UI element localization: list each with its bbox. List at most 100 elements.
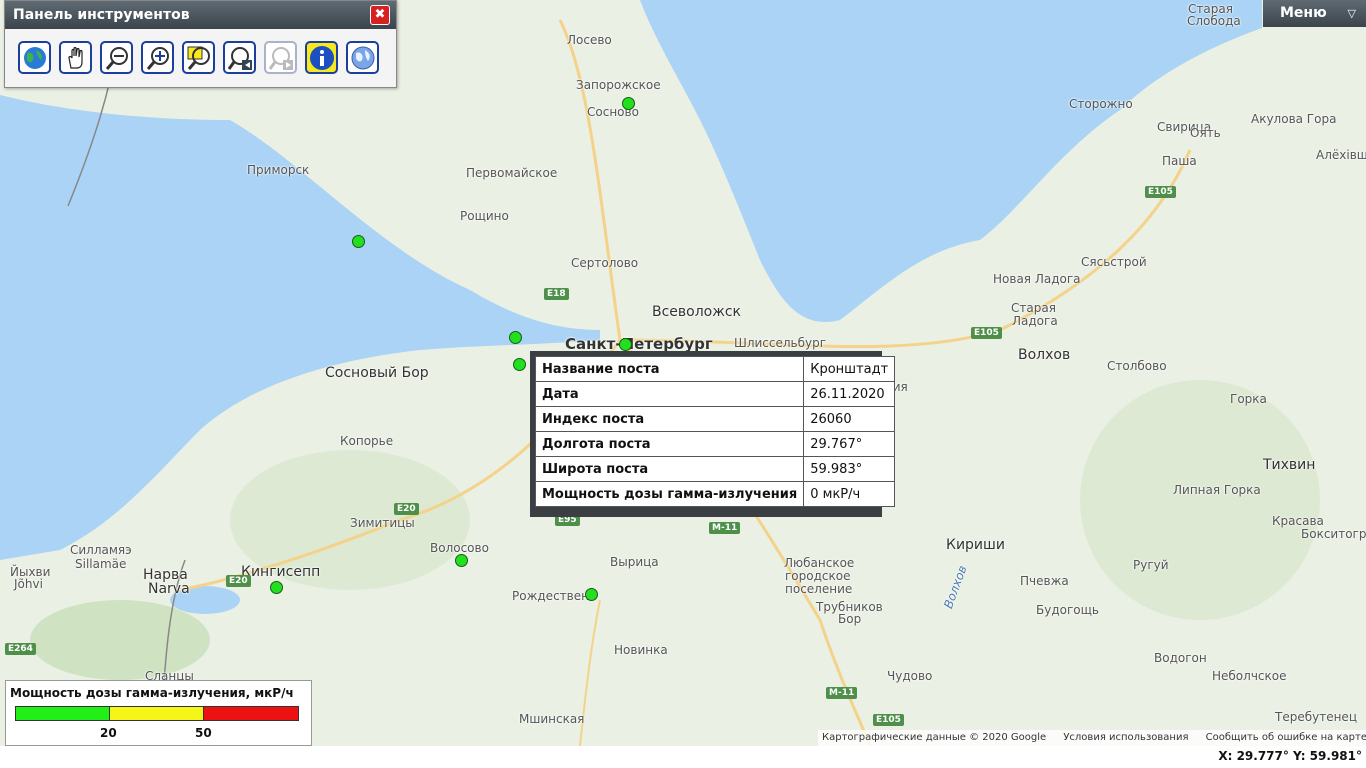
map-label: Столбово (1107, 359, 1167, 373)
info-icon (309, 45, 334, 70)
road-badge: M-11 (826, 687, 858, 699)
zoom-out-button[interactable] (100, 41, 133, 74)
road-badge: E18 (544, 288, 569, 300)
legend-threshold-low: 20 (100, 726, 117, 740)
road-badge: E264 (5, 643, 36, 655)
popup-row: Индекс поста 26060 (534, 406, 896, 432)
popup-value: Кронштадт (803, 356, 896, 382)
popup-value: 29.767° (803, 431, 896, 457)
map-label: Narva (148, 581, 190, 597)
monitoring-post-marker[interactable] (585, 588, 598, 601)
report-error-link[interactable]: Сообщить об ошибке на карте (1206, 732, 1366, 743)
pan-hand-icon (67, 46, 83, 69)
attribution-data: Картографические данные © 2020 Google (822, 732, 1047, 743)
popup-value: 26.11.2020 (803, 381, 896, 407)
earth-button[interactable] (346, 41, 379, 74)
pan-hand-button[interactable] (59, 41, 92, 74)
zoom-rect-button[interactable] (182, 41, 215, 74)
map-label: Запорожское (576, 78, 661, 92)
map-label: Алёхівщ (1316, 148, 1366, 162)
road-badge: M-11 (709, 522, 741, 534)
monitoring-post-marker[interactable] (352, 235, 365, 248)
map-label: Будогощь (1036, 603, 1099, 617)
terms-link[interactable]: Условия использования (1063, 732, 1188, 743)
map-label: поселение (785, 582, 853, 596)
globe-button[interactable] (18, 41, 51, 74)
map-label: Бокситогр (1301, 527, 1366, 541)
map-label: Бор (838, 612, 862, 626)
map-label: Ладога (1012, 314, 1058, 328)
zoom-previous-button[interactable] (223, 41, 256, 74)
popup-value: 59.983° (803, 456, 896, 482)
legend: Мощность дозы гамма-излучения, мкР/ч 20 … (5, 680, 312, 746)
map-label: Паша (1162, 154, 1197, 168)
map-label: Оять (1190, 126, 1221, 140)
popup-row: Название поста Кронштадт (534, 356, 896, 382)
close-icon[interactable]: ✖ (370, 5, 390, 25)
map-label: Новинка (614, 643, 668, 657)
monitoring-post-marker[interactable] (509, 331, 522, 344)
post-info-table: Название поста Кронштадт Дата 26.11.2020 Инд… (534, 356, 896, 507)
popup-value: 0 мкР/ч (803, 481, 896, 507)
zoom-next-button[interactable] (264, 41, 297, 74)
map-label: Jõhvi (14, 577, 43, 591)
map-label: Рождествено (512, 589, 597, 603)
popup-value: 26060 (803, 406, 896, 432)
map-label: Новая Ладога (993, 272, 1081, 286)
map-label: Шлиссельбург (734, 336, 827, 350)
map-label: Неболчское (1212, 669, 1287, 683)
map-label: Вырица (610, 555, 659, 569)
info-button[interactable] (305, 41, 338, 74)
map-label: Красава (1272, 514, 1324, 528)
legend-title: Мощность дозы гамма-излучения, мкР/ч (10, 686, 294, 700)
map-label: Зимитицы (350, 516, 415, 530)
zoom-in-button[interactable] (141, 41, 174, 74)
map-label: Чудово (887, 669, 933, 683)
popup-row: Широта поста 59.983° (534, 456, 896, 482)
map-label: Горка (1230, 392, 1267, 406)
map-label: Тихвин (1263, 457, 1316, 473)
map-label: Сторожно (1069, 97, 1133, 111)
map-label: Акулова Гора (1251, 112, 1337, 126)
map-label: Липная Горка (1173, 483, 1261, 497)
map-label: Ругуй (1133, 558, 1169, 572)
map-label: Теребутенец (1275, 710, 1357, 724)
road-badge: E20 (226, 575, 251, 587)
map-label: Сертолово (571, 256, 639, 270)
road-badge: E105 (1145, 186, 1176, 198)
post-info-popup: Название поста Кронштадт Дата 26.11.2020 Инд… (530, 351, 896, 517)
cursor-coordinates: X: 29.777° Y: 59.981° (1218, 749, 1362, 763)
zoom-out-icon (105, 46, 128, 70)
map-label: Водогон (1154, 651, 1207, 665)
menu-label: Меню (1280, 5, 1327, 21)
map-label: городское (785, 569, 851, 583)
map-label: Всеволожск (652, 304, 742, 320)
map-label: Приморск (247, 163, 310, 177)
road-badge: E105 (873, 714, 904, 726)
monitoring-post-marker[interactable] (455, 554, 468, 567)
map-label: Кингисепп (241, 564, 321, 580)
monitoring-post-marker[interactable] (619, 338, 632, 351)
monitoring-post-marker[interactable] (513, 358, 526, 371)
map-label: Волхов (1018, 347, 1071, 363)
legend-green-bar (15, 706, 110, 721)
map-label: Любанское (784, 556, 855, 570)
road-badge: E105 (971, 327, 1002, 339)
popup-key: Дата (534, 381, 805, 407)
map-label: Кириши (946, 537, 1005, 553)
map-label: Пчевжа (1020, 574, 1069, 588)
legend-red-bar (203, 706, 299, 721)
monitoring-post-marker[interactable] (270, 581, 283, 594)
tools-panel-title: Панель инструментов (5, 1, 396, 29)
popup-row: Долгота поста 29.767° (534, 431, 896, 457)
map-label: Мшинская (519, 712, 585, 726)
map-label: Силламяэ (70, 543, 132, 557)
map-label: Первомайское (466, 166, 558, 180)
popup-key: Мощность дозы гамма-излучения (534, 481, 805, 507)
map-label: Сосновый Бор (325, 365, 429, 381)
monitoring-post-marker[interactable] (622, 97, 635, 110)
popup-key: Долгота поста (534, 431, 805, 457)
chevron-down-icon: ▽ (1347, 7, 1356, 20)
map-label: Волосово (430, 541, 489, 555)
menu-button[interactable]: Меню ▽ (1263, 0, 1366, 27)
